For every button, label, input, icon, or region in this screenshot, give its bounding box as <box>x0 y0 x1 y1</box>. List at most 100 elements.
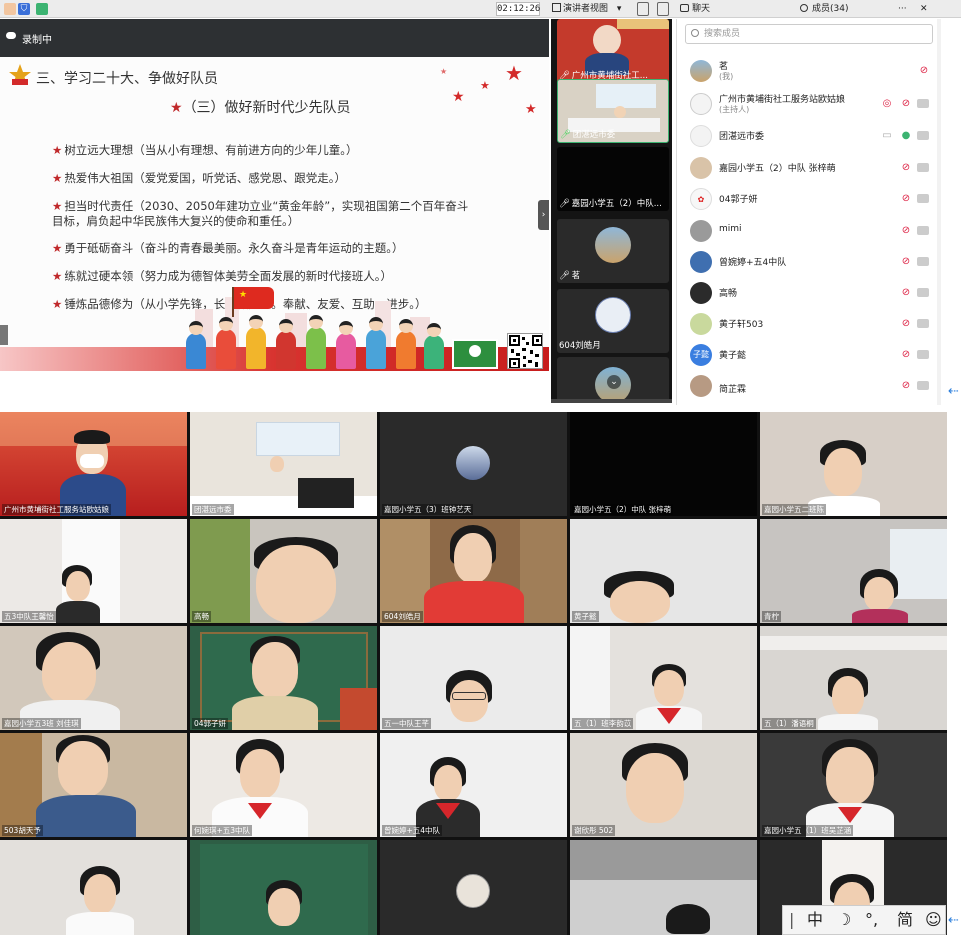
video-tile[interactable]: 谢欣彤 502 <box>570 733 757 837</box>
tile-label: 曾婉婷+五4中队 <box>382 825 443 836</box>
ime-handle[interactable]: | <box>789 906 794 934</box>
mic-muted-icon[interactable]: ⊘ <box>901 225 911 237</box>
video-tile[interactable]: 青柠 <box>760 519 947 623</box>
thumbnail-scrollbar[interactable] <box>551 399 672 403</box>
shield-icon: ⛉ <box>18 3 30 15</box>
video-thumbnail[interactable]: 🎤︎ 嘉园小学五（2）中队... <box>557 147 669 211</box>
member-row[interactable]: 子懿 黄子懿 ⊘ <box>677 339 941 371</box>
mic-muted-icon[interactable]: ⊘ <box>901 98 911 110</box>
video-tile[interactable]: 广州市黄埔街社工服务站欧姑娘 <box>0 412 187 516</box>
thumbnail-name: 604刘皓月 <box>559 341 601 351</box>
more-options-button[interactable]: ··· <box>898 2 907 16</box>
member-row[interactable]: 简芷霖 ⊘ <box>677 370 941 402</box>
ime-language-toggle[interactable]: 中 <box>807 906 823 934</box>
video-tile[interactable]: 503胡天予 <box>0 733 187 837</box>
window-mode-icon[interactable] <box>637 2 649 16</box>
mic-muted-icon[interactable]: ⊘ <box>919 65 929 77</box>
decorative-star-icon: ★ <box>440 67 448 76</box>
video-tile[interactable]: 黄子懿 <box>570 519 757 623</box>
mic-muted-icon[interactable]: ⊘ <box>901 349 911 361</box>
punctuation-toggle[interactable]: °, <box>865 906 878 934</box>
mic-muted-icon[interactable]: ⊘ <box>901 318 911 330</box>
camera-icon[interactable] <box>917 319 929 328</box>
video-tile[interactable] <box>380 840 567 935</box>
video-tile[interactable]: 五3中队王馨怡 <box>0 519 187 623</box>
member-row[interactable]: 黄子轩503 ⊘ <box>677 308 941 340</box>
window-titlebar: ⛉ 02:12:26 演讲者视图 ▾ 聊天 成员(34) ··· ✕ <box>0 0 961 18</box>
video-thumbnail[interactable]: 🎤︎ 茗 <box>557 219 669 283</box>
participant-video <box>614 106 626 118</box>
ime-toolbar[interactable]: | 中 ☽ °, 简 ☺ <box>782 905 946 935</box>
mic-muted-icon[interactable]: ⊘ <box>901 287 911 299</box>
camera-icon[interactable] <box>917 163 929 172</box>
left-edge-handle[interactable] <box>0 325 8 345</box>
video-tile[interactable]: 五一中队王芊 <box>380 626 567 730</box>
camera-icon[interactable] <box>917 381 929 390</box>
member-row[interactable]: mimi ⊘ <box>677 215 941 247</box>
video-tile[interactable]: 曾婉婷+五4中队 <box>380 733 567 837</box>
camera-icon[interactable] <box>917 131 929 140</box>
split-view-icon[interactable] <box>657 2 669 16</box>
mic-active-icon[interactable]: ● <box>901 130 911 142</box>
member-row[interactable]: 茗 (我) ⊘ <box>677 55 941 87</box>
member-row[interactable]: 团湛远市委 ▭ ● <box>677 120 941 152</box>
camera-icon[interactable] <box>917 350 929 359</box>
video-tile[interactable]: 嘉园小学五（3）班钟艺天 <box>380 412 567 516</box>
member-row[interactable]: 广州市黄埔街社工服务站欧姑娘 (主持人) ◎ ⊘ <box>677 88 941 120</box>
member-row[interactable]: ✿ 04郭子妍 ⊘ <box>677 183 941 215</box>
video-tile[interactable]: 五（1）潘语桐 <box>760 626 947 730</box>
participant-video <box>852 609 908 623</box>
video-tile[interactable]: 何婉琪+五3中队 <box>190 733 377 837</box>
video-tile[interactable]: 五（1）班李韵苡 <box>570 626 757 730</box>
video-tile[interactable]: 高畅 <box>190 519 377 623</box>
video-tile[interactable]: 嘉园小学五（2）中队 张梓萌 <box>570 412 757 516</box>
video-tile[interactable]: 04郭子妍 <box>190 626 377 730</box>
thumbnail-label: 604刘皓月 <box>559 339 601 351</box>
camera-icon[interactable] <box>917 257 929 266</box>
video-tile[interactable]: 嘉园小学五（1）班吴芷涵 <box>760 733 947 837</box>
mic-muted-icon[interactable]: ⊘ <box>901 193 911 205</box>
chat-button[interactable]: 聊天 <box>680 2 710 16</box>
members-scrollbar[interactable] <box>937 19 941 405</box>
member-row[interactable]: 高畅 ⊘ <box>677 277 941 309</box>
video-tile[interactable] <box>190 840 377 935</box>
close-panel-button[interactable]: ✕ <box>920 2 928 16</box>
member-name: 黄子懿 <box>719 351 747 361</box>
emoji-icon[interactable]: ☺ <box>925 906 942 934</box>
collapse-sidebar-button[interactable]: › <box>538 200 549 230</box>
video-thumbnail[interactable]: 604刘皓月 <box>557 289 669 353</box>
moon-icon[interactable]: ☽ <box>837 906 851 934</box>
member-role: (主持人) <box>719 105 750 114</box>
participant-video <box>252 642 298 698</box>
video-tile[interactable]: 团湛远市委 <box>190 412 377 516</box>
camera-icon[interactable] <box>917 288 929 297</box>
video-tile[interactable]: 嘉园小学五二班陈 <box>760 412 947 516</box>
participant-video <box>610 581 670 623</box>
member-name: 04郭子妍 <box>719 195 758 205</box>
video-tile[interactable]: 604刘皓月 <box>380 519 567 623</box>
signal-icon <box>4 3 16 15</box>
decorative-star-icon: ★ <box>452 89 465 105</box>
video-tile[interactable] <box>0 840 187 935</box>
camera-icon[interactable] <box>917 194 929 203</box>
member-name: mimi <box>719 224 742 234</box>
members-tab[interactable]: 成员(34) <box>800 2 848 16</box>
camera-icon[interactable] <box>917 226 929 235</box>
camera-icon[interactable] <box>917 99 929 108</box>
mic-muted-icon[interactable]: ⊘ <box>901 256 911 268</box>
video-tile[interactable]: 嘉园小学五3班 刘佳琪 <box>0 626 187 730</box>
video-tile[interactable] <box>570 840 757 935</box>
video-thumbnail[interactable]: ⌄ <box>557 357 669 403</box>
member-row[interactable]: 嘉园小学五（2）中队 张梓萌 ⊘ <box>677 152 941 184</box>
chevron-down-icon[interactable]: ⌄ <box>607 375 621 389</box>
chevron-right-icon: › <box>541 210 546 220</box>
view-mode-dropdown[interactable]: 演讲者视图 ▾ <box>552 2 621 16</box>
participant-video <box>56 601 100 623</box>
member-search-input[interactable]: 搜索成员 <box>685 24 933 44</box>
mic-muted-icon[interactable]: ⊘ <box>901 162 911 174</box>
mic-muted-icon[interactable]: ⊘ <box>901 380 911 392</box>
simplified-toggle[interactable]: 简 <box>897 906 913 934</box>
video-thumbnail[interactable]: 🎤︎ 广州市黄埔街社工... <box>557 19 669 83</box>
video-thumbnail[interactable]: 🎤︎ 团湛远市委 <box>557 79 669 143</box>
member-row[interactable]: 曾婉婷+五4中队 ⊘ <box>677 246 941 278</box>
